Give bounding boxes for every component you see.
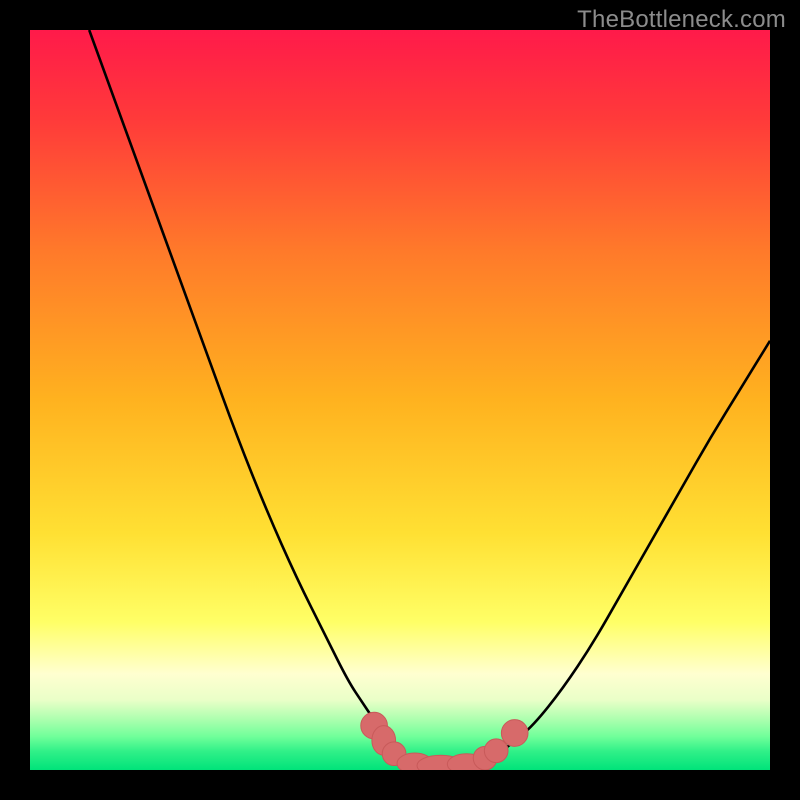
gradient-background: [30, 30, 770, 770]
watermark-text: TheBottleneck.com: [577, 6, 786, 34]
chart-frame: TheBottleneck.com: [0, 0, 800, 800]
plot-area: [30, 30, 770, 770]
chart-svg: [30, 30, 770, 770]
valley-marker: [484, 739, 508, 763]
valley-marker: [501, 720, 528, 747]
